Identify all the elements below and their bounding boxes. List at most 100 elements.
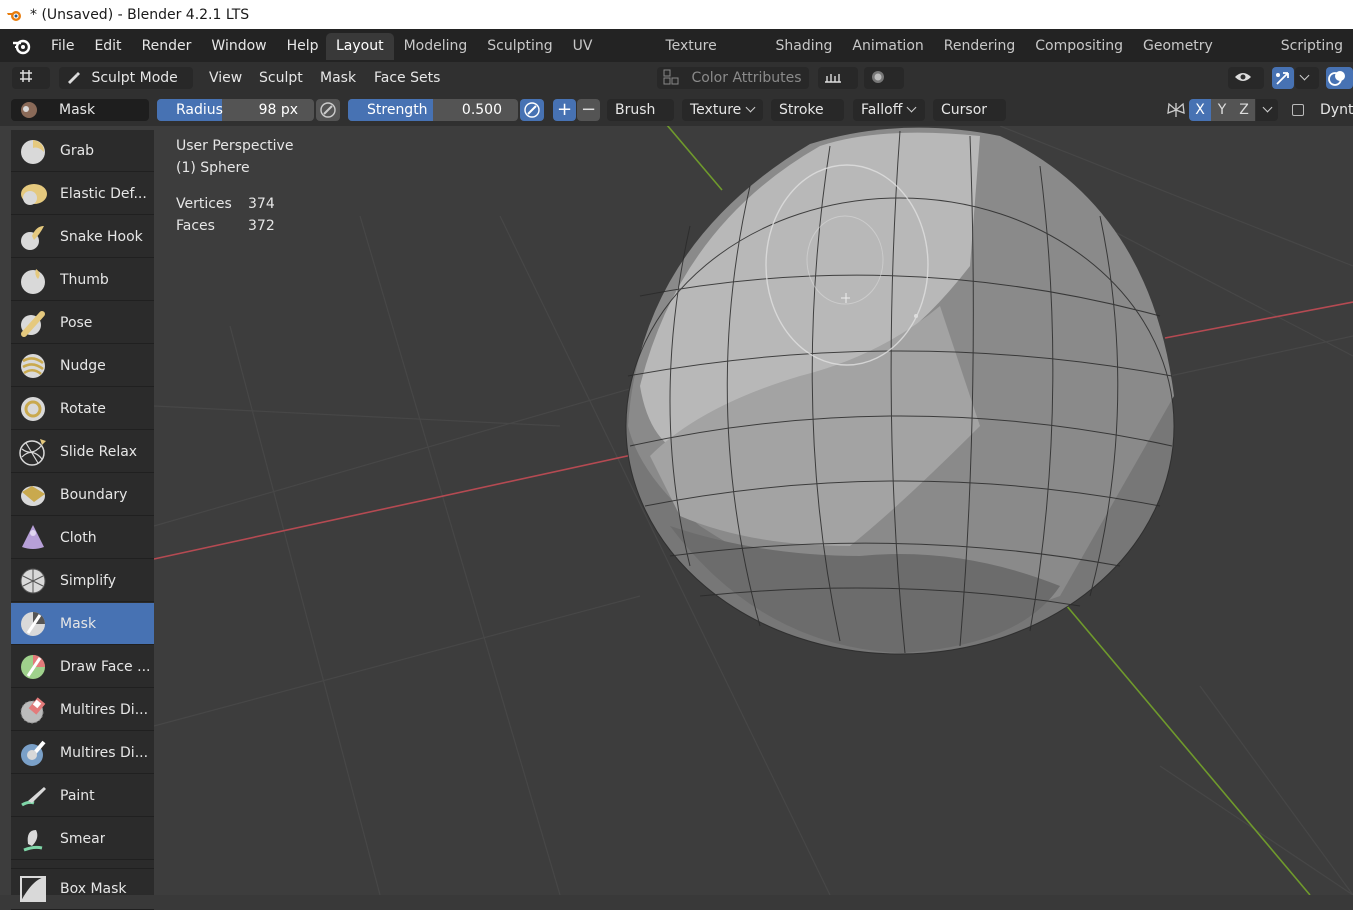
multires-displacement-eraser-icon bbox=[20, 696, 46, 723]
stats-faces-value: 372 bbox=[248, 218, 275, 234]
snapping-dropdown[interactable] bbox=[818, 67, 858, 103]
cloth-brush-icon bbox=[22, 524, 44, 549]
tool-cloth[interactable]: Cloth bbox=[11, 517, 154, 559]
smear-brush-icon bbox=[23, 829, 43, 851]
gizmo-toggle[interactable] bbox=[1272, 67, 1294, 89]
mode-selector[interactable]: Sculpt Mode bbox=[59, 67, 193, 103]
tool-label: Paint bbox=[60, 787, 95, 804]
tab-compositing[interactable]: Compositing bbox=[1025, 33, 1133, 60]
draw-face-sets-brush-icon bbox=[21, 654, 45, 679]
tab-rendering[interactable]: Rendering bbox=[934, 33, 1026, 60]
tool-label: Rotate bbox=[60, 400, 106, 417]
symmetry-butterfly-icon bbox=[1167, 102, 1185, 117]
tool-pose[interactable]: Pose bbox=[11, 302, 154, 344]
tool-multires-displacement-eraser[interactable]: Multires Di... bbox=[11, 689, 154, 731]
tool-settings-bar: Mask Radius 98 px Strength 0.500 + − Bru… bbox=[0, 94, 1353, 135]
overlays-icon bbox=[1328, 71, 1345, 86]
radius-label: Radius bbox=[176, 102, 223, 118]
proportional-editing-dropdown[interactable] bbox=[864, 67, 904, 103]
stats-faces-label: Faces bbox=[176, 218, 215, 234]
tab-scripting[interactable]: Scripting bbox=[1271, 33, 1353, 60]
strength-label: Strength bbox=[367, 102, 428, 118]
symmetry-x-toggle[interactable]: X bbox=[1189, 99, 1211, 121]
radius-pressure-toggle[interactable] bbox=[316, 99, 340, 121]
tool-box-mask[interactable]: Box Mask bbox=[11, 868, 154, 910]
tool-slide-relax[interactable]: Slide Relax bbox=[11, 431, 154, 473]
viewport-object-label: (1) Sphere bbox=[176, 160, 250, 176]
tool-label: Elastic Def... bbox=[60, 185, 147, 202]
window-title-bar: * (Unsaved) - Blender 4.2.1 LTS bbox=[0, 0, 1353, 29]
3d-viewport[interactable]: User Perspective (1) Sphere Vertices 374… bbox=[0, 126, 1353, 895]
tool-label: Cloth bbox=[60, 529, 97, 546]
menu-edit[interactable]: Edit bbox=[84, 38, 131, 54]
direction-add-button[interactable]: + bbox=[553, 99, 576, 121]
menu-mask[interactable]: Mask bbox=[320, 67, 356, 89]
direction-subtract-button[interactable]: − bbox=[577, 99, 600, 121]
cursor-dropdown[interactable]: Cursor bbox=[933, 99, 1006, 135]
tool-label: Slide Relax bbox=[60, 443, 138, 460]
editor-type-button[interactable] bbox=[12, 67, 50, 103]
tool-label: Mask bbox=[60, 615, 97, 632]
brush-falloff-point bbox=[914, 314, 918, 318]
symmetry-options-dropdown[interactable] bbox=[1256, 99, 1278, 121]
multires-displacement-smear-icon bbox=[21, 740, 46, 766]
overlay-toggle[interactable] bbox=[1326, 67, 1353, 89]
tab-modeling[interactable]: Modeling bbox=[394, 33, 478, 60]
brush-selector[interactable]: Mask bbox=[11, 99, 149, 121]
menu-help[interactable]: Help bbox=[277, 38, 329, 54]
gizmo-dropdown[interactable] bbox=[1295, 67, 1319, 89]
tool-multires-displacement-smear[interactable]: Multires Di... bbox=[11, 732, 154, 774]
brush-dropdown[interactable]: Brush bbox=[607, 99, 674, 135]
tool-label: Multires Di... bbox=[60, 701, 149, 718]
tool-paint[interactable]: Paint bbox=[11, 775, 154, 817]
dyntopo-checkbox[interactable] bbox=[1292, 104, 1304, 116]
color-attributes-dropdown[interactable]: Color Attributes bbox=[657, 67, 809, 103]
strength-pressure-toggle[interactable] bbox=[520, 99, 544, 121]
visibility-dropdown[interactable] bbox=[1228, 67, 1264, 103]
tab-animation[interactable]: Animation bbox=[842, 33, 933, 60]
stroke-dropdown[interactable]: Stroke bbox=[771, 99, 844, 135]
tool-elastic-deform[interactable]: Elastic Def... bbox=[11, 173, 154, 215]
tool-snake-hook[interactable]: Snake Hook bbox=[11, 216, 154, 258]
tool-label: Nudge bbox=[60, 357, 106, 374]
tab-sculpting[interactable]: Sculpting bbox=[477, 33, 562, 60]
tool-label: Multires Di... bbox=[60, 744, 149, 761]
menu-render[interactable]: Render bbox=[132, 38, 202, 54]
tool-label: Draw Face ... bbox=[60, 658, 151, 675]
tab-shading[interactable]: Shading bbox=[766, 33, 843, 60]
color-attributes-icon bbox=[663, 69, 679, 85]
tool-label: Smear bbox=[60, 830, 106, 847]
tool-thumb[interactable]: Thumb bbox=[11, 259, 154, 301]
tool-rotate[interactable]: Rotate bbox=[11, 388, 154, 430]
tool-boundary[interactable]: Boundary bbox=[11, 474, 154, 516]
tool-grab[interactable]: Grab bbox=[11, 130, 154, 172]
symmetry-y-toggle[interactable]: Y bbox=[1211, 99, 1233, 121]
blender-menu-icon[interactable] bbox=[11, 36, 31, 56]
sphere-mesh[interactable] bbox=[625, 127, 1175, 655]
tab-texture-paint[interactable]: Texture Paint bbox=[655, 33, 765, 81]
grab-brush-icon bbox=[21, 139, 45, 164]
tab-uv-editing[interactable]: UV Editing bbox=[563, 33, 656, 81]
falloff-dropdown[interactable]: Falloff bbox=[853, 99, 925, 121]
tool-smear[interactable]: Smear bbox=[11, 818, 154, 860]
tool-mask[interactable]: Mask bbox=[11, 603, 154, 645]
radius-slider[interactable]: Radius 98 px bbox=[157, 99, 314, 121]
menu-view[interactable]: View bbox=[209, 67, 242, 89]
tool-nudge[interactable]: Nudge bbox=[11, 345, 154, 387]
tool-draw-face-sets[interactable]: Draw Face ... bbox=[11, 646, 154, 688]
brush-name: Mask bbox=[59, 102, 96, 118]
viewport-canvas[interactable] bbox=[0, 126, 1353, 895]
symmetry-z-toggle[interactable]: Z bbox=[1233, 99, 1255, 121]
menu-window[interactable]: Window bbox=[201, 38, 276, 54]
menu-face-sets[interactable]: Face Sets bbox=[374, 67, 440, 89]
workspace-tabs: Layout Modeling Sculpting UV Editing Tex… bbox=[326, 33, 1353, 81]
tab-geometry-nodes[interactable]: Geometry Nodes bbox=[1133, 33, 1271, 81]
pen-pressure-icon bbox=[524, 102, 540, 118]
tool-label: Simplify bbox=[60, 572, 117, 589]
menu-sculpt[interactable]: Sculpt bbox=[259, 67, 303, 89]
texture-dropdown[interactable]: Texture bbox=[682, 99, 763, 121]
tab-layout[interactable]: Layout bbox=[326, 33, 394, 60]
menu-file[interactable]: File bbox=[41, 38, 84, 54]
tool-simplify[interactable]: Simplify bbox=[11, 560, 154, 602]
strength-slider[interactable]: Strength 0.500 bbox=[348, 99, 518, 121]
